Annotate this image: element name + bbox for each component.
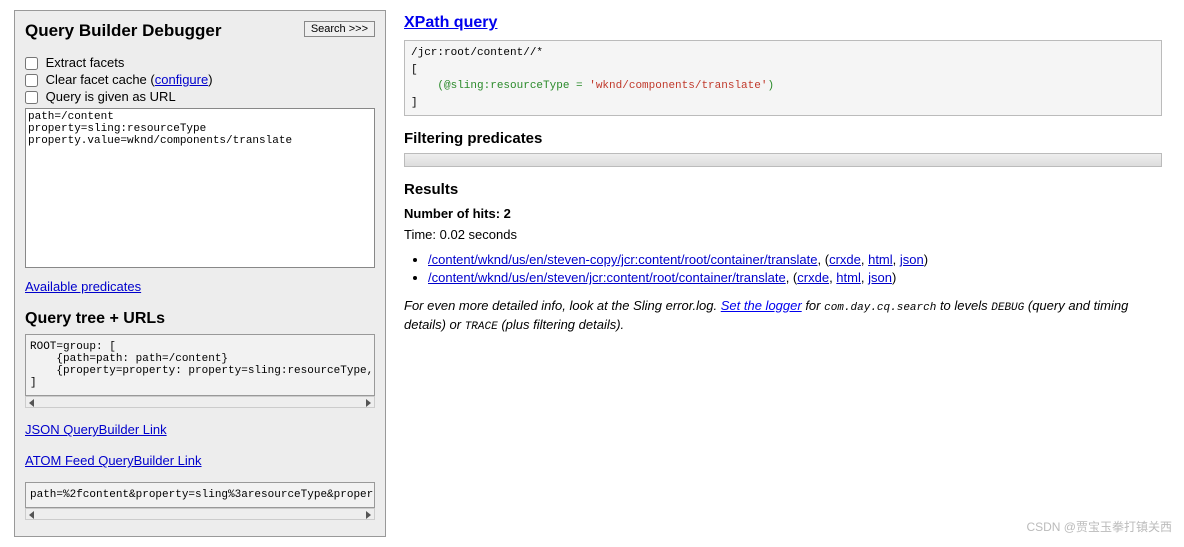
xpath-query-heading-link[interactable]: XPath query <box>404 14 497 31</box>
json-link[interactable]: json <box>868 270 892 285</box>
xpath-query-box: /jcr:root/content//* [ (@sling:resourceT… <box>404 40 1162 116</box>
query-tree-box: ROOT=group: [ {path=path: path=/content}… <box>25 334 375 396</box>
extract-facets-label: Extract facets <box>46 55 125 70</box>
html-link[interactable]: html <box>868 252 893 267</box>
page-title: Query Builder Debugger <box>25 21 221 41</box>
set-logger-link[interactable]: Set the logger <box>721 298 802 313</box>
query-tree-heading: Query tree + URLs <box>25 310 375 328</box>
crxde-link[interactable]: crxde <box>829 252 861 267</box>
crxde-link[interactable]: crxde <box>797 270 829 285</box>
query-time: Time: 0.02 seconds <box>404 227 1162 242</box>
result-item: /content/wknd/us/en/steven/jcr:content/r… <box>428 270 1162 285</box>
available-predicates-link[interactable]: Available predicates <box>25 279 141 294</box>
filter-bar <box>404 153 1162 167</box>
query-input[interactable] <box>25 108 375 268</box>
configure-link[interactable]: configure <box>155 72 208 87</box>
url-box: path=%2fcontent&property=sling%3aresourc… <box>25 482 375 508</box>
result-path-link[interactable]: /content/wknd/us/en/steven-copy/jcr:cont… <box>428 252 818 267</box>
extract-facets-checkbox[interactable] <box>25 57 38 70</box>
result-path-link[interactable]: /content/wknd/us/en/steven/jcr:content/r… <box>428 270 786 285</box>
clear-cache-checkbox[interactable] <box>25 74 38 87</box>
scrollbar[interactable] <box>25 396 375 408</box>
search-button[interactable]: Search >>> <box>304 21 375 37</box>
footer-note: For even more detailed info, look at the… <box>404 297 1162 336</box>
hits-count: Number of hits: 2 <box>404 206 1162 221</box>
watermark: CSDN @贾宝玉拳打镇关西 <box>1026 518 1172 535</box>
html-link[interactable]: html <box>836 270 861 285</box>
right-panel: XPath query /jcr:root/content//* [ (@sli… <box>404 10 1170 537</box>
clear-cache-label-suffix: ) <box>208 72 212 87</box>
filtering-predicates-heading: Filtering predicates <box>404 130 1162 147</box>
json-link[interactable]: json <box>900 252 924 267</box>
clear-cache-label-prefix: Clear facet cache ( <box>46 72 155 87</box>
json-querybuilder-link[interactable]: JSON QueryBuilder Link <box>25 422 167 437</box>
url-query-label: Query is given as URL <box>46 89 176 104</box>
scrollbar[interactable] <box>25 508 375 520</box>
atom-querybuilder-link[interactable]: ATOM Feed QueryBuilder Link <box>25 453 202 468</box>
url-query-checkbox[interactable] <box>25 91 38 104</box>
left-panel: Query Builder Debugger Search >>> Extrac… <box>14 10 386 537</box>
results-heading: Results <box>404 181 1162 198</box>
results-list: /content/wknd/us/en/steven-copy/jcr:cont… <box>428 252 1162 285</box>
result-item: /content/wknd/us/en/steven-copy/jcr:cont… <box>428 252 1162 267</box>
